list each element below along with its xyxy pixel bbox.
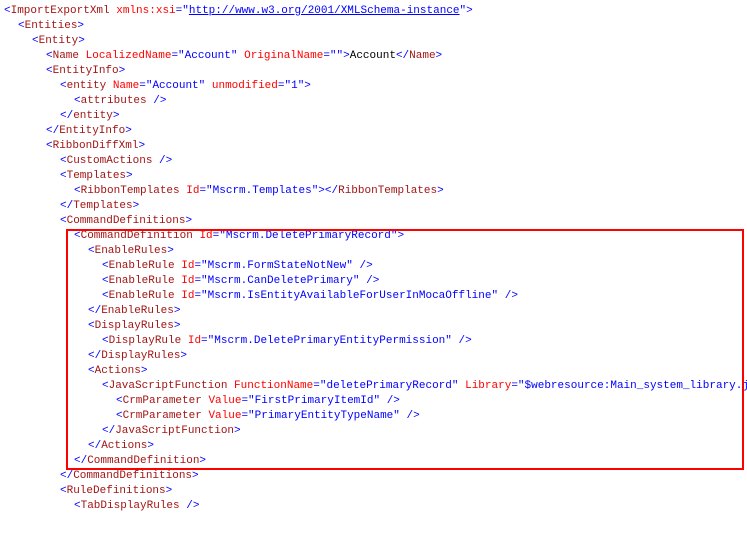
code-line: <DisplayRule Id="Mscrm.DeletePrimaryEnti… xyxy=(4,334,743,349)
code-line: <CustomActions /> xyxy=(4,154,743,169)
code-line: </Actions> xyxy=(4,439,743,454)
code-line: <RuleDefinitions> xyxy=(4,484,743,499)
code-line: <RibbonDiffXml> xyxy=(4,139,743,154)
code-line: <Templates> xyxy=(4,169,743,184)
xsi-namespace-link[interactable]: http://www.w3.org/2001/XMLSchema-instanc… xyxy=(189,5,460,17)
code-line: <EntityInfo> xyxy=(4,64,743,79)
code-line: <EnableRule Id="Mscrm.CanDeletePrimary" … xyxy=(4,274,743,289)
code-line: <CommandDefinition Id="Mscrm.DeletePrima… xyxy=(4,229,743,244)
code-line: <Entities> xyxy=(4,19,743,34)
code-line: <entity Name="Account" unmodified="1"> xyxy=(4,79,743,94)
code-line: <CrmParameter Value="PrimaryEntityTypeNa… xyxy=(4,409,743,424)
code-line: <TabDisplayRules /> xyxy=(4,499,743,514)
code-line: <CommandDefinitions> xyxy=(4,214,743,229)
code-line: </CommandDefinition> xyxy=(4,454,743,469)
code-line: <EnableRule Id="Mscrm.FormStateNotNew" /… xyxy=(4,259,743,274)
code-line: <EnableRules> xyxy=(4,244,743,259)
code-line: <EnableRule Id="Mscrm.IsEntityAvailableF… xyxy=(4,289,743,304)
code-line: </CommandDefinitions> xyxy=(4,469,743,484)
xml-code-block: <ImportExportXml xmlns:xsi="http://www.w… xyxy=(4,4,743,514)
code-line: </DisplayRules> xyxy=(4,349,743,364)
code-line: </Templates> xyxy=(4,199,743,214)
code-line: <JavaScriptFunction FunctionName="delete… xyxy=(4,379,743,394)
code-line: <Name LocalizedName="Account" OriginalNa… xyxy=(4,49,743,64)
code-line: </EntityInfo> xyxy=(4,124,743,139)
code-line: </EnableRules> xyxy=(4,304,743,319)
code-line: <Actions> xyxy=(4,364,743,379)
code-line: </JavaScriptFunction> xyxy=(4,424,743,439)
code-line: <RibbonTemplates Id="Mscrm.Templates"></… xyxy=(4,184,743,199)
code-line: <DisplayRules> xyxy=(4,319,743,334)
code-line: <ImportExportXml xmlns:xsi="http://www.w… xyxy=(4,4,743,19)
code-line: <attributes /> xyxy=(4,94,743,109)
code-line: <CrmParameter Value="FirstPrimaryItemId"… xyxy=(4,394,743,409)
code-line: </entity> xyxy=(4,109,743,124)
code-line: <Entity> xyxy=(4,34,743,49)
